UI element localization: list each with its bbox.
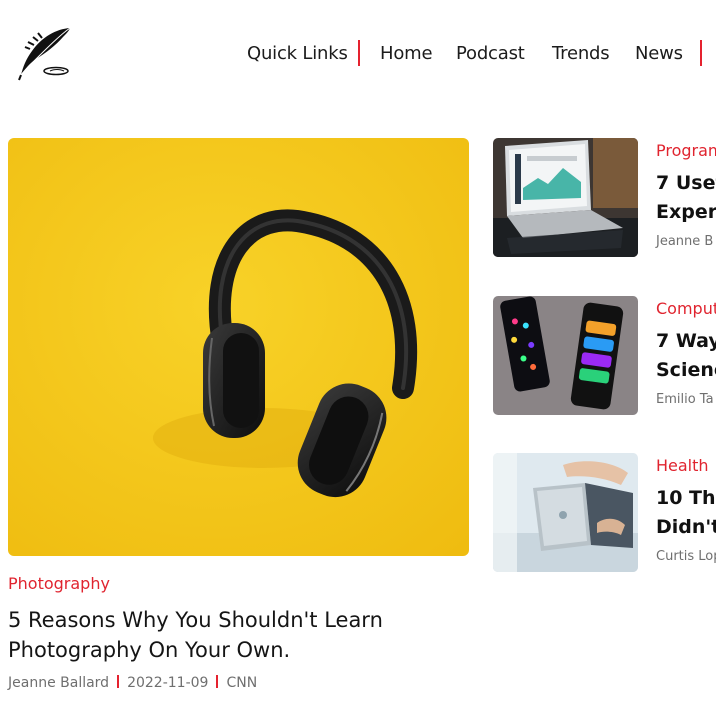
hero-author[interactable]: Jeanne Ballard <box>8 675 109 691</box>
main-nav: Quick Links Home Podcast Trends News <box>0 0 716 108</box>
laptop-dashboard-photo <box>493 138 638 257</box>
nav-podcast[interactable]: Podcast <box>456 43 525 64</box>
side-post-title[interactable]: 7 Ways Scienc <box>656 327 716 385</box>
hero-image[interactable] <box>8 138 469 556</box>
side-post-title-line: Expert <box>656 201 716 223</box>
nav-home[interactable]: Home <box>380 43 433 64</box>
side-post-author[interactable]: Emilio Ta <box>656 392 714 407</box>
side-post-title-line: 7 Usef <box>656 172 716 194</box>
meta-separator <box>216 675 219 688</box>
hero-source[interactable]: CNN <box>226 675 257 691</box>
side-post-title-line: 10 Thin <box>656 487 716 509</box>
side-post-title-line: Didn't I <box>656 516 716 538</box>
meta-separator <box>117 675 120 688</box>
side-post-title-line: Scienc <box>656 359 716 381</box>
hand-on-laptop-photo <box>493 453 638 572</box>
side-post-category[interactable]: Comput <box>656 299 716 318</box>
nav-separator <box>358 40 360 66</box>
side-post[interactable]: Health 10 Thin Didn't I Curtis Lop <box>493 453 716 573</box>
two-smartphones-photo <box>493 296 638 415</box>
yellow-background-headphones-photo <box>8 138 469 556</box>
side-post-title[interactable]: 7 Usef Expert <box>656 169 716 227</box>
side-post-author[interactable]: Jeanne B <box>656 234 713 249</box>
hero-date: 2022-11-09 <box>127 675 209 691</box>
nav-trends[interactable]: Trends <box>552 43 610 64</box>
side-post-title[interactable]: 10 Thin Didn't I <box>656 484 716 542</box>
side-post-image[interactable] <box>493 453 638 572</box>
side-post-category[interactable]: Program <box>656 141 716 160</box>
nav-news[interactable]: News <box>635 43 683 64</box>
hero-meta: Jeanne Ballard 2022-11-09 CNN <box>8 675 257 691</box>
side-post-image[interactable] <box>493 296 638 415</box>
side-post-title-line: 7 Ways <box>656 330 716 352</box>
hero-category[interactable]: Photography <box>8 574 110 593</box>
side-post[interactable]: Comput 7 Ways Scienc Emilio Ta <box>493 296 716 416</box>
hero-title[interactable]: 5 Reasons Why You Shouldn't Learn Photog… <box>8 605 458 665</box>
nav-separator <box>700 40 702 66</box>
side-post-author[interactable]: Curtis Lop <box>656 549 716 564</box>
side-post[interactable]: Program 7 Usef Expert Jeanne B <box>493 138 716 258</box>
side-post-image[interactable] <box>493 138 638 257</box>
side-post-category[interactable]: Health <box>656 456 709 475</box>
nav-quick-links[interactable]: Quick Links <box>247 43 348 64</box>
